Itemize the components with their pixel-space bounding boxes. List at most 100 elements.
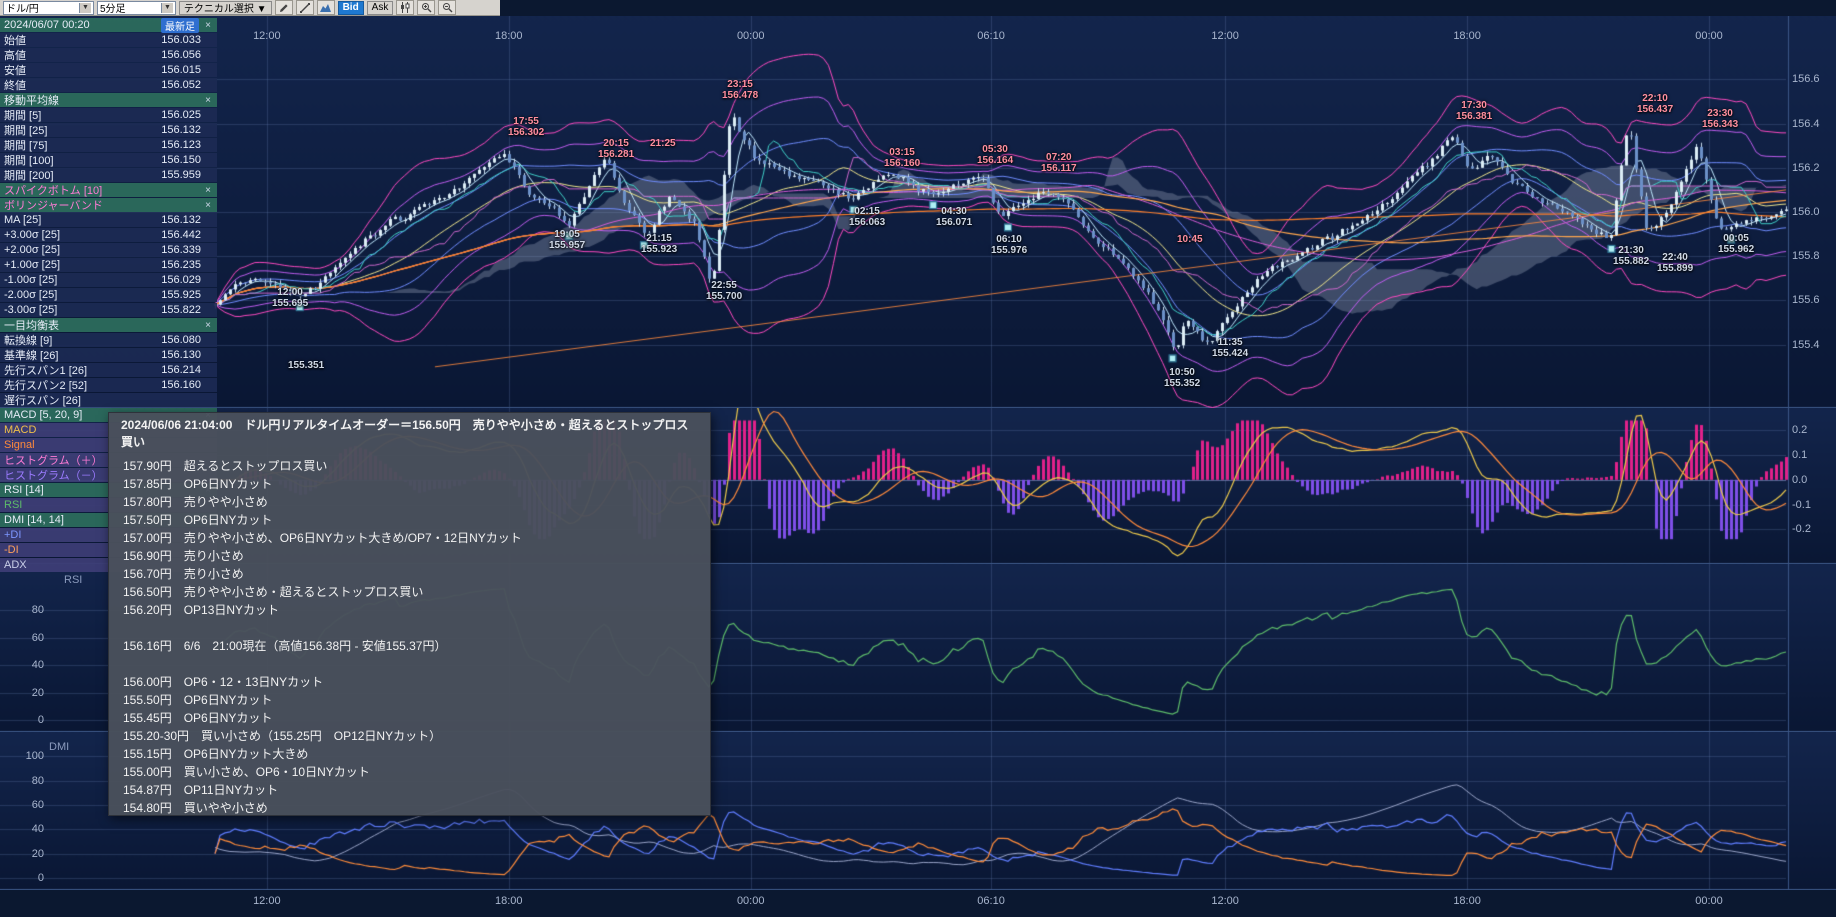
trendline-icon xyxy=(300,3,310,13)
legend-item: 安値156.015 xyxy=(0,63,217,77)
legend-item: -3.00σ [25]155.822 xyxy=(0,303,217,317)
trendline-tool-button[interactable] xyxy=(296,0,314,15)
annotation-time: 06:10 xyxy=(991,234,1027,245)
time-axis-label: 06:10 xyxy=(977,895,1005,907)
price-tick-label: 156.0 xyxy=(1792,206,1834,218)
legend-item-label: 期間 [200] xyxy=(4,167,161,183)
annotation-time: 07:20 xyxy=(1041,152,1077,163)
zoom-in-button[interactable] xyxy=(417,0,435,15)
order-line: 157.85円 OP6日NYカット xyxy=(123,475,696,493)
draw-tool-button[interactable] xyxy=(275,0,293,15)
annotation-price: 155.882 xyxy=(1613,256,1649,267)
order-line: 156.70円 売り小さめ xyxy=(123,565,696,583)
annotation-price: 156.478 xyxy=(722,90,758,101)
legend-item-value: 156.080 xyxy=(161,334,213,346)
legend-item-label: 高値 xyxy=(4,47,161,63)
legend-item-label: +1.00σ [25] xyxy=(4,259,161,271)
area-chart-icon xyxy=(320,3,331,13)
annotation-time: 10:50 xyxy=(1164,367,1200,378)
legend-item: -2.00σ [25]155.925 xyxy=(0,288,217,302)
annotation-time: 17:55 xyxy=(508,116,544,127)
annotation-time: 03:15 xyxy=(884,147,920,158)
annotation-price: 155.351 xyxy=(288,360,324,371)
price-tick-label: 155.8 xyxy=(1792,250,1834,262)
dmi-tick-label: 40 xyxy=(22,823,44,835)
annotation-time: 21:30 xyxy=(1613,245,1649,256)
legend-section-ichimoku[interactable]: 一目均衡表× xyxy=(0,318,217,332)
zoom-out-button[interactable] xyxy=(438,0,456,15)
pair-select-value: ドル/円 xyxy=(6,0,76,15)
chart-annotation: 21:30155.882 xyxy=(1613,245,1649,267)
bid-button[interactable]: Bid xyxy=(338,1,364,15)
chart-annotation: 23:30156.343 xyxy=(1702,108,1738,130)
chart-annotation: 05:30156.164 xyxy=(977,144,1013,166)
annotation-price: 155.923 xyxy=(641,244,677,255)
technical-select-button[interactable]: テクニカル選択 ▼ xyxy=(179,1,272,15)
legend-item-label: 終値 xyxy=(4,77,161,93)
close-icon[interactable]: × xyxy=(203,185,213,196)
candle-mode-button[interactable] xyxy=(396,0,414,15)
legend-section-ma[interactable]: 移動平均線× xyxy=(0,93,217,107)
legend-item-value: 156.150 xyxy=(161,154,213,166)
legend-section-spike[interactable]: スパイクボトム [10]× xyxy=(0,183,217,197)
legend-section-candle[interactable]: 2024/06/07 00:20最新足× xyxy=(0,18,217,32)
annotation-price: 156.437 xyxy=(1637,104,1673,115)
close-icon[interactable]: × xyxy=(203,320,213,331)
legend-item: 始値156.033 xyxy=(0,33,217,47)
close-icon[interactable]: × xyxy=(203,200,213,211)
legend-section-label: ボリンジャーバンド xyxy=(4,197,203,213)
legend-item: 基準線 [26]156.130 xyxy=(0,348,217,362)
annotation-price: 155.976 xyxy=(991,245,1027,256)
order-line xyxy=(123,655,696,673)
annotation-price: 156.302 xyxy=(508,127,544,138)
chart-type-button[interactable] xyxy=(317,0,335,15)
rsi-tick-label: 20 xyxy=(22,687,44,699)
legend-item-label: -1.00σ [25] xyxy=(4,274,161,286)
rsi-tick-label: 80 xyxy=(22,604,44,616)
legend-item-label: 始値 xyxy=(4,32,161,48)
macd-tick-label: 0.1 xyxy=(1792,449,1834,461)
ask-button[interactable]: Ask xyxy=(367,1,394,15)
annotation-time: 21:25 xyxy=(650,138,676,149)
legend-item-value: 156.132 xyxy=(161,124,213,136)
annotation-time: 23:15 xyxy=(722,79,758,90)
chart-annotation: 17:55156.302 xyxy=(508,116,544,138)
legend-item-value: 156.029 xyxy=(161,274,213,286)
time-axis-label: 00:00 xyxy=(1695,895,1723,907)
close-icon[interactable]: × xyxy=(203,95,213,106)
chart-annotation: 06:10155.976 xyxy=(991,234,1027,256)
order-line: 156.50円 売りやや小さめ・超えるとストップロス買い xyxy=(123,583,696,601)
time-axis-label: 18:00 xyxy=(1453,30,1481,42)
pair-select[interactable]: ドル/円 ▼ xyxy=(3,1,94,15)
order-line: 155.20-30円 買い小さめ（155.25円 OP12日NYカット） xyxy=(123,727,696,745)
order-line: 156.16円 6/6 21:00現在（高値156.38円 - 安値155.37… xyxy=(123,637,696,655)
chart-annotation: 10:50155.352 xyxy=(1164,367,1200,389)
order-line: 155.50円 OP6日NYカット xyxy=(123,691,696,709)
price-chart-canvas[interactable] xyxy=(0,16,1836,408)
candlestick-icon xyxy=(400,2,410,13)
latest-candle-badge[interactable]: 最新足 xyxy=(161,18,199,33)
legend-item-value: 156.130 xyxy=(161,349,213,361)
legend-item-label: 先行スパン2 [52] xyxy=(4,377,161,393)
timeframe-select[interactable]: 5分足 ▼ xyxy=(97,1,176,15)
order-line: 155.00円 買い小さめ、OP6・10日NYカット xyxy=(123,763,696,781)
legend-section-bollinger[interactable]: ボリンジャーバンド× xyxy=(0,198,217,212)
realtime-order-popup[interactable]: 2024/06/06 21:04:00 ドル円リアルタイムオーダー＝156.50… xyxy=(108,412,711,816)
chart-annotation: 23:15156.478 xyxy=(722,79,758,101)
chart-annotation: 03:15156.160 xyxy=(884,147,920,169)
annotation-price: 155.957 xyxy=(549,240,585,251)
legend-item-label: -2.00σ [25] xyxy=(4,289,161,301)
annotation-time: 23:30 xyxy=(1702,108,1738,119)
annotation-price: 156.343 xyxy=(1702,119,1738,130)
annotation-price: 156.063 xyxy=(849,217,885,228)
legend-item: +3.00σ [25]156.442 xyxy=(0,228,217,242)
annotation-time: 04:30 xyxy=(936,206,972,217)
time-axis-label: 18:00 xyxy=(495,895,523,907)
annotation-price: 156.117 xyxy=(1041,163,1077,174)
close-icon[interactable]: × xyxy=(203,20,213,31)
legend-item-value: 155.925 xyxy=(161,289,213,301)
dmi-tick-label: 80 xyxy=(22,775,44,787)
annotation-time: 11:35 xyxy=(1212,337,1248,348)
annotation-time: 22:40 xyxy=(1657,252,1693,263)
legend-section-label: 移動平均線 xyxy=(4,92,203,108)
